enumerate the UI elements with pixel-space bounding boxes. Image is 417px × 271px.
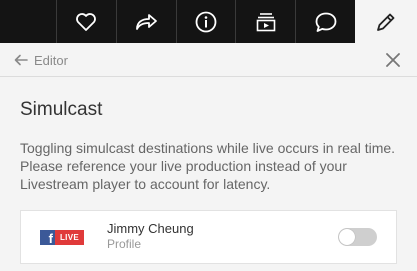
toggle-knob — [339, 229, 355, 245]
share-button[interactable] — [115, 0, 176, 43]
destination-type: Profile — [107, 237, 142, 251]
chat-button[interactable] — [295, 0, 355, 43]
info-button[interactable] — [175, 0, 236, 43]
close-icon[interactable] — [386, 53, 400, 67]
simulcast-toggle[interactable] — [338, 228, 377, 246]
simulcast-destination-row: f LIVE Jimmy Cheung Profile — [20, 210, 397, 264]
destination-name: Jimmy Cheung — [107, 221, 194, 236]
like-button[interactable] — [55, 0, 116, 43]
chat-icon — [315, 12, 337, 32]
media-library-button[interactable] — [235, 0, 295, 43]
info-icon — [195, 11, 217, 32]
editor-button[interactable] — [355, 0, 417, 43]
back-to-editor-link[interactable]: Editor — [14, 51, 68, 69]
facebook-icon: f — [40, 230, 55, 245]
share-icon — [136, 13, 158, 30]
live-badge-label: LIVE — [55, 230, 84, 245]
heart-icon — [76, 12, 97, 31]
arrow-left-icon — [14, 54, 28, 66]
top-toolbar — [0, 0, 417, 43]
editor-subheader: Editor — [0, 43, 417, 77]
back-label: Editor — [34, 52, 68, 68]
media-library-icon — [256, 12, 276, 31]
pencil-icon — [377, 13, 395, 31]
facebook-live-badge: f LIVE — [40, 230, 84, 245]
section-description: Toggling simulcast destinations while li… — [20, 140, 396, 192]
section-title: Simulcast — [20, 99, 103, 120]
